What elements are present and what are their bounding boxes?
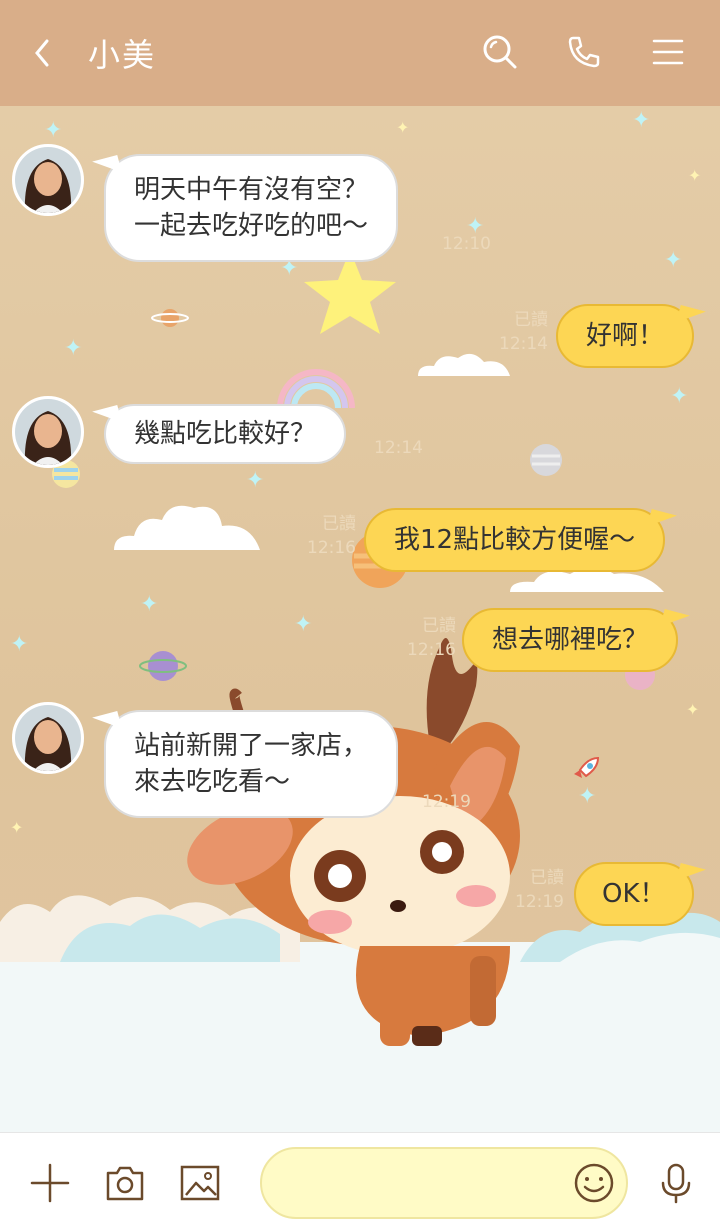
camera-icon — [106, 1166, 144, 1201]
chat-title: 小美 — [88, 36, 157, 74]
rocket-illustration — [574, 756, 600, 778]
message-bubble-outgoing[interactable]: OK！ — [574, 862, 694, 926]
message-text: 來去吃吃看～ — [134, 767, 291, 797]
contact-avatar[interactable] — [12, 144, 84, 216]
message-time: 12:14 — [499, 334, 548, 354]
message-text: 好啊！ — [586, 321, 665, 351]
avatar-icon — [15, 705, 81, 771]
message-time: 12:10 — [442, 234, 491, 254]
message-time: 12:16 — [407, 640, 456, 660]
message-text: 明天中午有沒有空？ — [134, 175, 369, 205]
plus-icon — [30, 1163, 70, 1203]
message-bubble-incoming[interactable]: 幾點吃比較好？ — [104, 404, 347, 464]
chat-area[interactable]: ✦ ✦ ✦ ✦ ✦ ✦ ✦ ✦ ✦ ✦ ✦ ✦ ✦ ✦ ✦ ✦ 明天中午有沒有空… — [0, 106, 720, 1132]
image-icon — [180, 1165, 220, 1201]
sparkle-decoration: ✦ — [632, 108, 651, 133]
sparkle-decoration: ✦ — [10, 818, 24, 837]
avatar-icon — [15, 399, 81, 465]
message-meta: 已讀 12:16 — [396, 614, 456, 662]
sparkle-decoration: ✦ — [578, 784, 597, 809]
message-text: 想去哪裡吃？ — [492, 625, 649, 655]
sparkle-decoration: ✦ — [10, 632, 29, 657]
message-input-box[interactable] — [260, 1147, 628, 1219]
message-time: 12:19 — [515, 892, 564, 912]
message-meta: 已讀 12:16 — [296, 512, 356, 560]
back-button[interactable] — [26, 33, 56, 73]
message-bubble-outgoing[interactable]: 我12點比較方便喔～ — [364, 508, 666, 572]
read-receipt: 已讀 — [422, 616, 456, 636]
add-button[interactable] — [26, 1159, 74, 1207]
read-receipt: 已讀 — [322, 514, 356, 534]
message-meta: 已讀 12:14 — [488, 308, 548, 356]
sparkle-decoration: ✦ — [396, 118, 410, 137]
sparkle-decoration: ✦ — [246, 468, 265, 493]
message-bubble-incoming[interactable]: 明天中午有沒有空？ 一起去吃好吃的吧～ — [104, 154, 399, 262]
message-time: 12:16 — [307, 538, 356, 558]
chat-header: 小美 — [0, 0, 720, 106]
message-input[interactable] — [286, 1167, 566, 1201]
contact-avatar[interactable] — [12, 702, 84, 774]
message-bubble-incoming[interactable]: 站前新開了一家店， 來去吃吃看～ — [104, 710, 399, 818]
menu-button[interactable] — [646, 30, 690, 74]
camera-button[interactable] — [101, 1159, 149, 1207]
message-time: 12:14 — [374, 438, 423, 458]
message-bubble-outgoing[interactable]: 想去哪裡吃？ — [462, 608, 679, 672]
phone-icon — [568, 36, 600, 68]
call-button[interactable] — [562, 30, 606, 74]
image-button[interactable] — [176, 1159, 224, 1207]
message-meta: 已讀 12:19 — [504, 866, 564, 914]
search-icon — [483, 35, 517, 69]
avatar-icon — [15, 147, 81, 213]
sparkle-decoration: ✦ — [670, 384, 689, 409]
smile-icon — [574, 1163, 614, 1203]
message-text: 一起去吃好吃的吧～ — [134, 211, 369, 241]
sparkle-decoration: ✦ — [64, 336, 83, 361]
message-time: 12:19 — [422, 792, 471, 812]
search-button[interactable] — [478, 30, 522, 74]
read-receipt: 已讀 — [530, 868, 564, 888]
planet-illustration — [151, 309, 189, 327]
sparkle-decoration: ✦ — [664, 248, 683, 273]
read-receipt: 已讀 — [514, 310, 548, 330]
rainbow-illustration — [277, 369, 355, 409]
sparkle-decoration: ✦ — [140, 592, 159, 617]
sparkle-decoration: ✦ — [44, 118, 63, 143]
message-bubble-outgoing[interactable]: 好啊！ — [556, 304, 695, 368]
back-icon — [35, 39, 49, 67]
sparkle-decoration: ✦ — [688, 166, 702, 185]
message-text: 站前新開了一家店， — [134, 731, 369, 761]
mic-icon — [661, 1163, 691, 1204]
menu-icon — [652, 39, 684, 65]
message-text: 我12點比較方便喔～ — [394, 525, 636, 555]
voice-button[interactable] — [652, 1159, 700, 1207]
emoji-button[interactable] — [570, 1159, 618, 1207]
planet-illustration — [530, 444, 562, 476]
message-text: OK！ — [602, 879, 666, 909]
input-bar — [0, 1132, 720, 1232]
cloud-illustration — [114, 505, 260, 550]
deer-illustration — [187, 638, 520, 1046]
contact-avatar[interactable] — [12, 396, 84, 468]
message-text: 幾點吃比較好？ — [134, 419, 317, 449]
sparkle-decoration: ✦ — [686, 700, 700, 719]
